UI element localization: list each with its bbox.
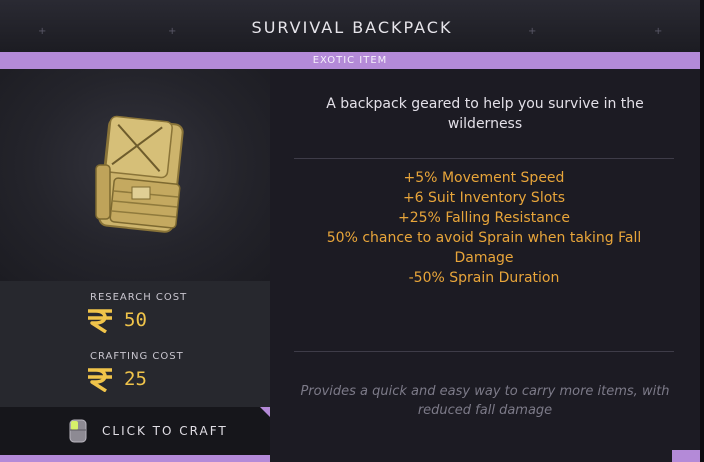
cost-panel: RESEARCH COST 50 CRAFTING COST 25 — [0, 281, 270, 407]
effect-line: +6 Suit Inventory Slots — [402, 190, 566, 206]
flavor-text: Provides a quick and easy way to carry m… — [300, 384, 670, 418]
effect-line: -50% Sprain Duration — [408, 270, 560, 286]
effects-box: +5% Movement Speed +6 Suit Inventory Slo… — [294, 158, 674, 352]
rupee-currency-icon — [88, 309, 112, 333]
effects-list: +5% Movement Speed +6 Suit Inventory Slo… — [294, 168, 674, 288]
crafting-cost-value: 25 — [124, 368, 147, 390]
research-cost-row: 50 — [86, 307, 147, 333]
crafting-cost-row: 25 — [86, 366, 147, 392]
bottom-accent-bar — [0, 455, 270, 462]
item-image-panel — [0, 69, 270, 281]
research-cost-value: 50 — [124, 309, 147, 331]
crafting-cost-label: CRAFTING COST — [90, 351, 184, 362]
rarity-banner: EXOTIC ITEM — [0, 52, 700, 69]
details-panel: A backpack geared to help you survive in… — [270, 69, 700, 462]
effect-line: +5% Movement Speed — [403, 170, 565, 186]
corner-accent — [260, 407, 270, 417]
effect-line: 50% chance to avoid Sprain when taking F… — [326, 230, 642, 266]
craft-button[interactable]: CLICK TO CRAFT — [0, 407, 270, 455]
backpack-icon — [95, 115, 184, 233]
craft-button-label: CLICK TO CRAFT — [102, 424, 228, 438]
item-description: A backpack geared to help you survive in… — [326, 96, 644, 132]
window-edge — [700, 0, 704, 462]
title-bar: + + + + SURVIVAL BACKPACK — [0, 0, 704, 53]
bottom-right-accent — [672, 450, 700, 462]
item-title: SURVIVAL BACKPACK — [251, 18, 453, 37]
mouse-icon — [69, 419, 87, 443]
rupee-currency-icon — [88, 368, 112, 392]
research-cost-label: RESEARCH COST — [90, 292, 188, 303]
effect-line: +25% Falling Resistance — [398, 210, 570, 226]
